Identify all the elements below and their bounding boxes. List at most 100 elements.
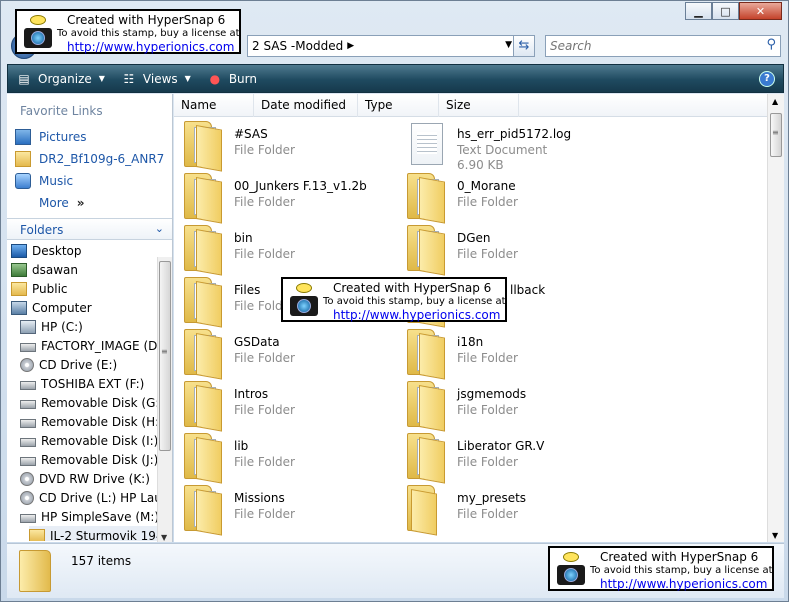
- folder-icon: [184, 173, 222, 224]
- file-name: 0_Morane: [457, 179, 516, 193]
- file-tile[interactable]: GSData File Folder: [174, 327, 394, 380]
- search-box[interactable]: ⚲: [545, 35, 781, 57]
- burn-button[interactable]: ● Burn: [199, 65, 265, 92]
- stamp-line-1: Created with HyperSnap 6: [67, 13, 226, 27]
- search-input[interactable]: [546, 36, 746, 56]
- chevron-down-icon[interactable]: ⌄: [155, 222, 164, 235]
- help-button[interactable]: ?: [759, 71, 775, 87]
- views-button[interactable]: ☷ Views ▼: [113, 65, 199, 92]
- scroll-down-icon[interactable]: ▼: [772, 531, 778, 540]
- favorite-link-folder[interactable]: DR2_Bf109g-6_ANR7: [15, 149, 164, 169]
- folders-title: Folders: [20, 223, 64, 237]
- scrollbar-thumb[interactable]: [159, 261, 171, 451]
- file-tile[interactable]: Missions File Folder: [174, 483, 394, 536]
- search-icon[interactable]: ⚲: [766, 37, 776, 52]
- file-tile[interactable]: DGen File Folder: [397, 223, 617, 276]
- file-tile[interactable]: lib File Folder: [174, 431, 394, 484]
- address-bar[interactable]: 2 SAS -Modded ▶ ▼: [247, 35, 517, 57]
- tree-item-drive-f[interactable]: TOSHIBA EXT (F:): [20, 374, 144, 393]
- close-button[interactable]: ✕: [739, 2, 782, 20]
- tree-item-label: CD Drive (L:) HP Laun: [39, 490, 157, 505]
- file-tile[interactable]: my_presets File Folder: [397, 483, 617, 536]
- tree-item-drive-c[interactable]: HP (C:): [20, 317, 83, 336]
- tree-item-desktop[interactable]: Desktop: [11, 241, 82, 260]
- column-size[interactable]: Size: [439, 94, 519, 117]
- favorite-link-pictures[interactable]: Pictures: [15, 127, 87, 147]
- minimize-button[interactable]: ▁: [685, 2, 712, 20]
- file-type: File Folder: [457, 403, 518, 417]
- tree-item-drive-g[interactable]: Removable Disk (G:): [20, 393, 157, 412]
- tree-item-label: Desktop: [32, 243, 82, 258]
- file-tile[interactable]: jsgmemods File Folder: [397, 379, 617, 432]
- folder-icon: [19, 550, 51, 592]
- file-list-scrollbar[interactable]: ▲ ≡ ▼: [767, 94, 784, 542]
- tree-item-label: Removable Disk (J:): [41, 452, 157, 467]
- column-type[interactable]: Type: [358, 94, 439, 117]
- refresh-icon: ⇆: [518, 38, 530, 53]
- tree-item-drive-l[interactable]: CD Drive (L:) HP Laun: [20, 488, 157, 507]
- tree-item-label: Removable Disk (G:): [41, 395, 157, 410]
- file-size: 6.90 KB: [457, 158, 504, 172]
- burn-icon: ●: [209, 71, 221, 86]
- file-name: i18n: [457, 335, 484, 349]
- address-dropdown-icon[interactable]: ▼: [505, 40, 512, 50]
- tree-item-il2[interactable]: IL-2 Sturmovik 1946: [29, 526, 157, 541]
- folder-icon: [184, 485, 222, 536]
- file-name: Intros: [234, 387, 269, 401]
- stamp-link[interactable]: http://www.hyperionics.com: [333, 308, 500, 322]
- tree-item-drive-k[interactable]: DVD RW Drive (K:): [20, 469, 150, 488]
- organize-button[interactable]: ▤ Organize ▼: [8, 65, 113, 92]
- tree-item-label: IL-2 Sturmovik 1946: [50, 528, 157, 542]
- tree-item-drive-m[interactable]: HP SimpleSave (M:): [20, 507, 157, 526]
- tree-item-label: TOSHIBA EXT (F:): [41, 376, 145, 391]
- favorite-link-music[interactable]: Music: [15, 171, 73, 191]
- tree-item-drive-e[interactable]: CD Drive (E:): [20, 355, 117, 374]
- breadcrumb-arrow-icon[interactable]: ▶: [347, 41, 354, 51]
- file-tile[interactable]: bin File Folder: [174, 223, 394, 276]
- address-text: 2 SAS -Modded: [252, 39, 344, 53]
- tree-item-public[interactable]: Public: [11, 279, 68, 298]
- file-tile[interactable]: 0_Morane File Folder: [397, 171, 617, 224]
- tree-item-drive-i[interactable]: Removable Disk (I:): [20, 431, 157, 450]
- column-date-modified[interactable]: Date modified: [254, 94, 358, 117]
- tree-item-user[interactable]: dsawan: [11, 260, 78, 279]
- stamp-line-2: To avoid this stamp, buy a license at: [57, 28, 240, 39]
- file-tile[interactable]: Intros File Folder: [174, 379, 394, 432]
- file-name: Liberator GR.V: [457, 439, 545, 453]
- favorite-links-more[interactable]: More »: [39, 193, 85, 213]
- stamp-link[interactable]: http://www.hyperionics.com: [600, 577, 767, 591]
- file-tile[interactable]: i18n File Folder: [397, 327, 617, 380]
- file-name: Files: [234, 283, 261, 297]
- file-type: File Folder: [234, 351, 295, 365]
- column-name[interactable]: Name: [174, 94, 254, 117]
- folders-header[interactable]: Folders ⌄: [7, 218, 172, 240]
- file-tile[interactable]: 00_Junkers F.13_v1.2b File Folder: [174, 171, 394, 224]
- tree-item-label: Removable Disk (H:): [41, 414, 157, 429]
- tree-item-drive-d[interactable]: FACTORY_IMAGE (D:): [20, 336, 157, 355]
- file-tile[interactable]: Liberator GR.V File Folder: [397, 431, 617, 484]
- tree-item-drive-j[interactable]: Removable Disk (J:): [20, 450, 157, 469]
- file-type: File Folder: [457, 351, 518, 365]
- folder-icon: [184, 277, 222, 328]
- tree-item-label: FACTORY_IMAGE (D:): [41, 338, 157, 353]
- file-type: File Folder: [457, 507, 518, 521]
- more-label: More: [39, 196, 69, 210]
- tree-item-label: Removable Disk (I:): [41, 433, 157, 448]
- folder-tree-scrollbar[interactable]: ≡ ▼: [157, 257, 172, 542]
- file-tile[interactable]: hs_err_pid5172.log Text Document 6.90 KB: [397, 119, 617, 172]
- maximize-button[interactable]: □: [712, 2, 739, 20]
- organize-label: Organize: [38, 71, 92, 86]
- tree-item-drive-h[interactable]: Removable Disk (H:): [20, 412, 157, 431]
- stamp-link[interactable]: http://www.hyperionics.com: [67, 40, 234, 54]
- file-name: GSData: [234, 335, 280, 349]
- more-arrow-icon: »: [76, 196, 85, 210]
- camera-icon: [23, 15, 53, 49]
- refresh-button[interactable]: ⇆: [513, 35, 535, 57]
- folder-icon: [15, 151, 31, 167]
- folder-icon: [407, 225, 445, 276]
- scroll-down-icon[interactable]: ▼: [161, 533, 167, 542]
- tree-item-computer[interactable]: Computer: [11, 298, 92, 317]
- scroll-up-icon[interactable]: ▲: [772, 97, 778, 106]
- file-tile[interactable]: #SAS File Folder: [174, 119, 394, 172]
- file-name: DGen: [457, 231, 491, 245]
